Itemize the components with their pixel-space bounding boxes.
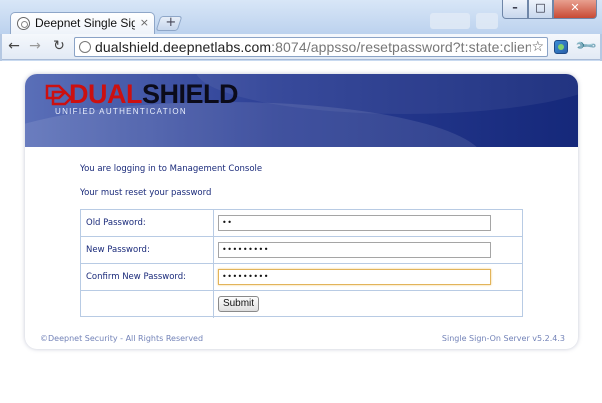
new-password-row: New Password: ••••••••• [81, 237, 522, 264]
url-path: :8074/appsso/resetpassword?t:state:clien… [271, 39, 531, 55]
minimize-button[interactable]: – [502, 0, 528, 19]
background-window-tab [430, 13, 470, 29]
extension-icon[interactable] [554, 40, 568, 54]
label-cell [81, 291, 214, 318]
forward-button[interactable]: → [26, 37, 44, 55]
submit-row: Submit [81, 291, 522, 318]
reset-message: Your must reset your password [80, 188, 212, 198]
submit-button[interactable]: Submit [218, 296, 259, 312]
url-host: dualshield.deepnetlabs.com [95, 39, 272, 55]
old-password-label: Old Password: [86, 218, 146, 228]
login-card: DUALSHIELD UNIFIED AUTHENTICATION You ar… [25, 74, 578, 349]
new-tab-button[interactable]: + [155, 15, 183, 31]
maximize-icon: □ [535, 1, 546, 14]
new-password-field[interactable]: ••••••••• [218, 242, 491, 258]
confirm-password-label: Confirm New Password: [86, 272, 187, 282]
back-button[interactable]: ← [5, 37, 23, 55]
old-password-field[interactable]: •• [218, 215, 491, 231]
old-password-row: Old Password: •• [81, 210, 522, 237]
brand-name-red: DUAL [69, 79, 143, 109]
version-text: Single Sign-On Server v5.2.4.3 [441, 334, 565, 343]
browser-toolbar: ← → ↻ dualshield.deepnetlabs.com:8074/ap… [0, 34, 602, 60]
reset-password-form: Old Password: •• New Password: •••••••••… [80, 209, 523, 318]
url-text[interactable]: dualshield.deepnetlabs.com:8074/appsso/r… [95, 39, 531, 55]
copyright-text: ©Deepnet Security - All Rights Reserved [40, 334, 204, 343]
minimize-icon: – [512, 1, 518, 14]
page-info-icon[interactable] [79, 41, 91, 53]
plus-icon: + [165, 15, 177, 30]
label-cell: New Password: [81, 237, 214, 263]
label-cell: Confirm New Password: [81, 264, 214, 290]
confirm-password-row: Confirm New Password: ••••••••• [81, 264, 522, 291]
brand-name-dark: SHIELD [142, 79, 239, 109]
tab-title: Deepnet Single Sign C [35, 16, 135, 30]
wrench-menu-icon[interactable]: 🔧 [575, 34, 599, 58]
background-window-tab [476, 13, 498, 29]
header-banner: DUALSHIELD UNIFIED AUTHENTICATION [25, 74, 578, 147]
page-favicon-icon [17, 17, 30, 30]
page-viewport: DUALSHIELD UNIFIED AUTHENTICATION You ar… [0, 61, 602, 403]
brand-logo: DUALSHIELD [69, 79, 239, 110]
close-window-button[interactable]: ✕ [553, 0, 597, 19]
confirm-password-field[interactable]: ••••••••• [218, 269, 491, 285]
title-bar: Deepnet Single Sign C × + – □ ✕ [0, 0, 602, 34]
close-icon: ✕ [570, 1, 580, 14]
tab-close-icon[interactable]: × [140, 16, 149, 29]
brand-tagline: UNIFIED AUTHENTICATION [55, 107, 188, 116]
login-message: You are logging in to Management Console [80, 164, 263, 174]
browser-tab[interactable]: Deepnet Single Sign C × [10, 12, 155, 34]
bookmark-star-icon[interactable]: ☆ [531, 39, 544, 55]
reload-button[interactable]: ↻ [50, 37, 68, 55]
maximize-button[interactable]: □ [528, 0, 553, 19]
address-bar[interactable]: dualshield.deepnetlabs.com:8074/appsso/r… [74, 37, 548, 57]
new-password-label: New Password: [86, 245, 150, 255]
label-cell: Old Password: [81, 210, 214, 236]
